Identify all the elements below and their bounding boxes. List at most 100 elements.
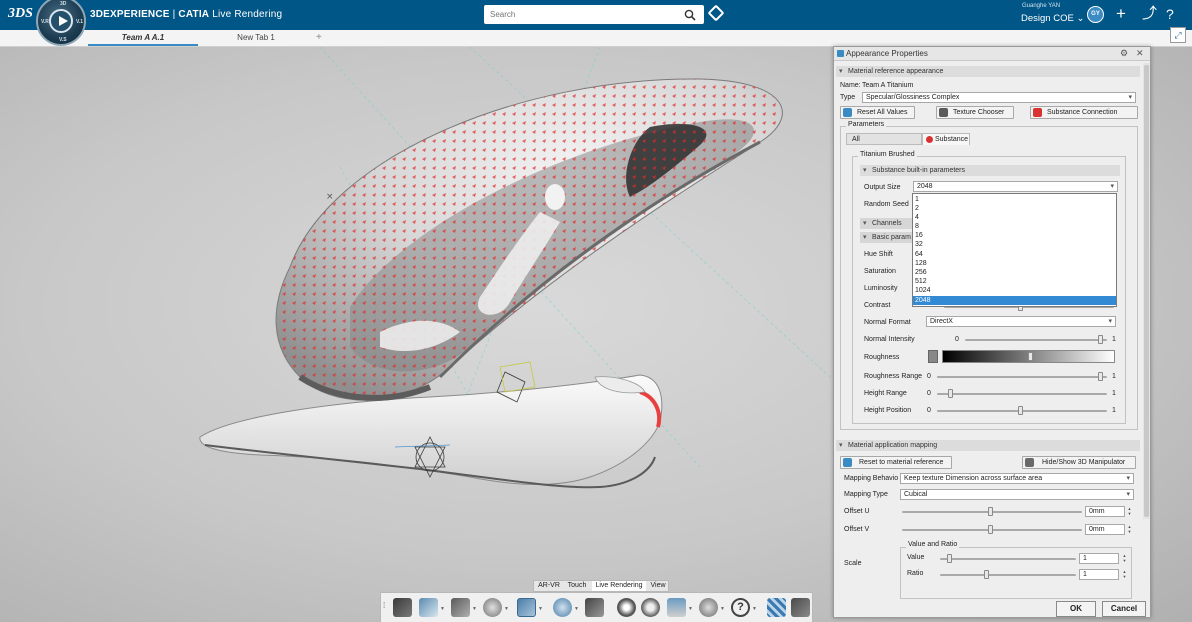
scale-value-spinner[interactable]: ▲ ▼ [1121,553,1128,563]
dropdown-option-selected[interactable]: 2048 [913,296,1116,305]
camera-icon[interactable] [585,598,604,617]
offset-v-field[interactable]: 0mm [1085,524,1125,535]
render-image-icon[interactable] [419,598,438,617]
section-basic-params[interactable]: Basic param [860,232,920,243]
offset-v-spinner[interactable]: ▲ ▼ [1126,524,1133,534]
dropdown-option[interactable]: 1024 [913,286,1116,295]
offset-v-slider-handle[interactable] [988,525,993,534]
scale-value-field[interactable]: 1 [1079,553,1119,564]
dropdown-option[interactable]: 8 [913,222,1116,231]
tag-icon[interactable] [707,4,725,22]
roughness-swatch[interactable] [928,350,938,363]
settings-gear-icon[interactable] [641,598,660,617]
app-selector[interactable]: Design COE ⌄ [1021,13,1084,24]
chevron-down-icon[interactable]: ▼ [440,606,445,612]
scale-ratio-field[interactable]: 1 [1079,569,1119,580]
scale-ratio-spinner[interactable]: ▲ ▼ [1121,569,1128,579]
tab-touch[interactable]: Touch [564,581,590,591]
settings-gear-icon[interactable]: ⚙ [1120,48,1128,59]
tab-ar-vr[interactable]: AR-VR [536,581,562,591]
tab-all[interactable]: All [846,133,922,145]
chevron-down-icon[interactable]: ▼ [720,606,725,612]
height-range-track[interactable] [937,393,1107,395]
section-material-reference[interactable]: Material reference appearance [836,66,1140,77]
type-select[interactable]: Specular/Glossiness Complex [862,92,1136,103]
substance-connection-button[interactable]: Substance Connection [1030,106,1138,119]
add-icon[interactable]: + [1116,5,1126,23]
output-size-dropdown[interactable]: 1 2 4 8 16 32 64 128 256 512 1024 2048 [912,193,1117,307]
scale-value-slider-handle[interactable] [947,554,952,563]
chevron-down-icon[interactable]: ▼ [472,606,477,612]
chevron-down-icon[interactable]: ▼ [688,606,693,612]
3ds-logo[interactable]: 3DS [8,6,33,22]
reset-all-button[interactable]: Reset All Values [840,106,915,119]
stack-icon[interactable] [667,598,686,617]
mapping-behavior-select[interactable]: Keep texture Dimension across surface ar… [900,473,1134,484]
toolbar-grip-icon[interactable]: ⁞ [383,601,385,610]
height-position-slider-handle[interactable] [1018,406,1023,415]
dropdown-option[interactable]: 64 [913,250,1116,259]
offset-u-spinner[interactable]: ▲ ▼ [1126,506,1133,516]
add-tab-icon[interactable]: + [316,30,322,46]
share-icon[interactable]: ⤴ [1142,5,1157,23]
avatar[interactable]: GY [1087,6,1104,23]
chevron-down-icon[interactable]: ▼ [504,606,509,612]
scale-ratio-slider-handle[interactable] [984,570,989,579]
dropdown-option[interactable]: 4 [913,213,1116,222]
offset-u-field[interactable]: 0mm [1085,506,1125,517]
roughness-range-track[interactable] [937,376,1107,378]
chevron-down-icon[interactable]: ▼ [752,606,757,612]
chevron-down-icon[interactable]: ▼ [574,606,579,612]
dropdown-option[interactable]: 1 [913,195,1116,204]
search-input[interactable] [484,5,674,24]
tab-live-rendering[interactable]: Live Rendering [592,581,646,591]
tab-new-tab-1[interactable]: New Tab 1 [220,30,292,46]
search-icon[interactable] [684,9,696,21]
panel-scrollbar[interactable] [1143,63,1150,519]
roughness-range-slider-handle[interactable] [1098,372,1103,381]
add-camera-icon[interactable] [553,598,572,617]
height-range-slider-handle[interactable] [948,389,953,398]
dropdown-option[interactable]: 256 [913,268,1116,277]
cancel-button[interactable]: Cancel [1102,601,1146,617]
appearance-icon[interactable] [517,598,536,617]
scale-ratio-track[interactable] [940,574,1076,576]
search-box[interactable] [484,5,704,24]
normal-format-select[interactable]: DirectX [926,316,1116,327]
tab-view[interactable]: View [648,581,668,591]
render-settings-icon[interactable] [617,598,636,617]
fullscreen-icon[interactable]: ⤢ [1170,27,1186,43]
section-channels[interactable]: Channels [860,218,920,229]
clapper-icon[interactable] [393,598,412,617]
roughness-gradient-handle[interactable] [1028,352,1033,361]
output-size-select[interactable]: 2048 [913,181,1118,192]
help-icon[interactable]: ? [731,598,750,617]
section-builtin-parameters[interactable]: Substance built-in parameters [860,165,1120,176]
texture-chooser-button[interactable]: Texture Chooser [936,106,1014,119]
scale-value-track[interactable] [940,558,1076,560]
close-icon[interactable]: ✕ [1136,48,1144,59]
tab-team-a[interactable]: Team A A.1 [88,30,198,46]
environment-icon[interactable] [451,598,470,617]
tools-icon[interactable] [699,598,718,617]
dropdown-option[interactable]: 512 [913,277,1116,286]
section-material-mapping[interactable]: Material application mapping [836,440,1140,451]
mapping-type-select[interactable]: Cubical [900,489,1134,500]
normal-intensity-track[interactable] [965,339,1107,341]
help-icon[interactable]: ? [1166,5,1174,23]
tab-substance[interactable]: Substance [922,133,970,145]
hide-show-manipulator-button[interactable]: Hide/Show 3D Manipulator [1022,456,1136,469]
play-icon[interactable] [49,9,73,33]
dropdown-option[interactable]: 2 [913,204,1116,213]
dropdown-option[interactable]: 128 [913,259,1116,268]
ok-button[interactable]: OK [1056,601,1096,617]
chevron-down-icon[interactable]: ▼ [538,606,543,612]
tree-icon[interactable] [791,598,810,617]
checker-icon[interactable] [767,598,786,617]
materials-icon[interactable] [483,598,502,617]
offset-u-slider-handle[interactable] [988,507,993,516]
dropdown-option[interactable]: 32 [913,240,1116,249]
normal-intensity-slider-handle[interactable] [1098,335,1103,344]
reset-to-material-button[interactable]: Reset to material reference [840,456,952,469]
dropdown-option[interactable]: 16 [913,231,1116,240]
